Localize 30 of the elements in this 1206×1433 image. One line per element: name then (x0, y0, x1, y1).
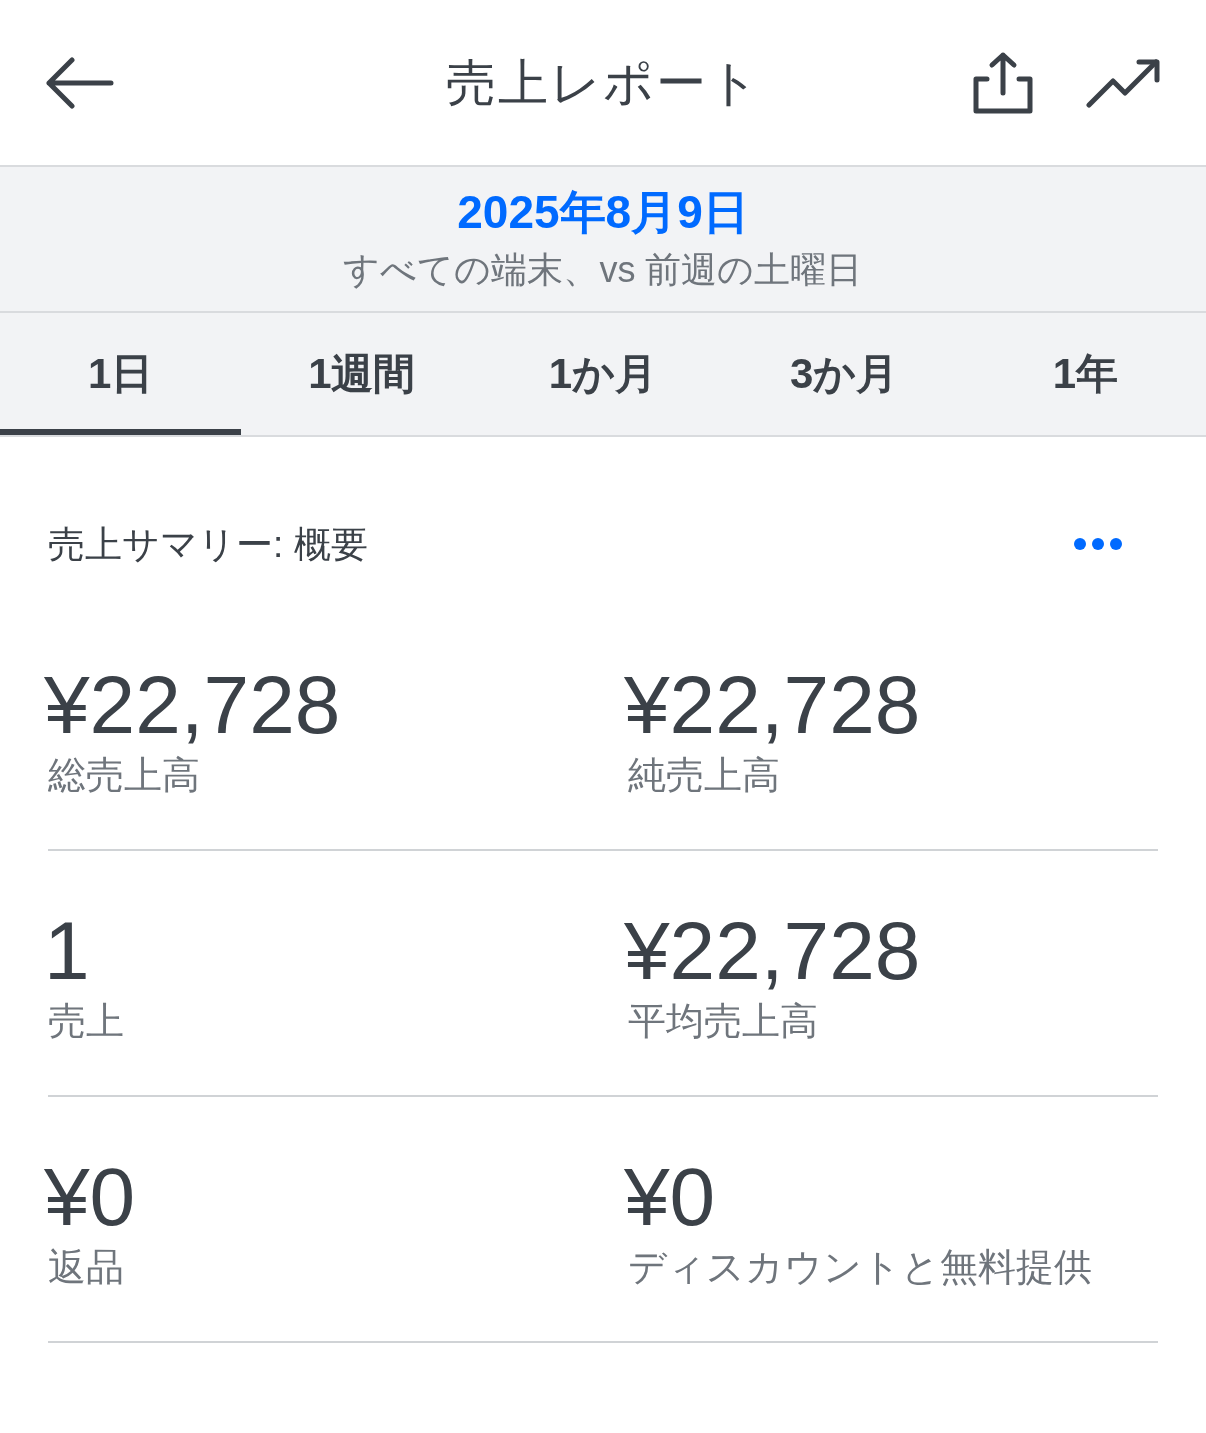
metric-label: 返品 (48, 1245, 124, 1290)
metric-value: ¥22,728 (44, 661, 341, 749)
back-button[interactable] (46, 54, 116, 111)
more-dots-icon (1073, 537, 1123, 551)
metric-label: 純売上高 (628, 753, 780, 798)
period-tab[interactable]: 1か月 (482, 313, 724, 435)
summary-title: 売上サマリー: 概要 (48, 525, 368, 563)
period-tab[interactable]: 1週間 (241, 313, 483, 435)
metric-label: 平均売上高 (628, 999, 818, 1044)
metric-label: ディスカウントと無料提供 (628, 1245, 1092, 1290)
page-title: 売上レポート (445, 57, 761, 108)
more-button[interactable] (1072, 536, 1124, 552)
share-button[interactable] (972, 50, 1034, 115)
metric-value: ¥22,728 (624, 907, 921, 995)
metric-label: 売上 (48, 999, 124, 1044)
metric-value: ¥22,728 (624, 661, 921, 749)
period-tab[interactable]: 1年 (964, 313, 1206, 435)
share-icon (972, 50, 1034, 115)
date-range-panel[interactable]: 2025年8月9日 すべての端末、vs 前週の土曜日 (0, 167, 1206, 313)
period-tab[interactable]: 3か月 (723, 313, 965, 435)
date-text: 2025年8月9日 (457, 186, 749, 238)
metric-value: ¥0 (624, 1153, 716, 1241)
period-tab[interactable]: 1日 (0, 313, 242, 435)
comparison-text: すべての端末、vs 前週の土曜日 (343, 248, 863, 292)
trend-up-icon (1086, 57, 1160, 108)
metric-value: ¥0 (44, 1153, 136, 1241)
trend-button[interactable] (1086, 57, 1160, 108)
metric-value: 1 (44, 907, 90, 995)
metric-label: 総売上高 (48, 753, 200, 798)
back-arrow-icon (46, 56, 114, 109)
